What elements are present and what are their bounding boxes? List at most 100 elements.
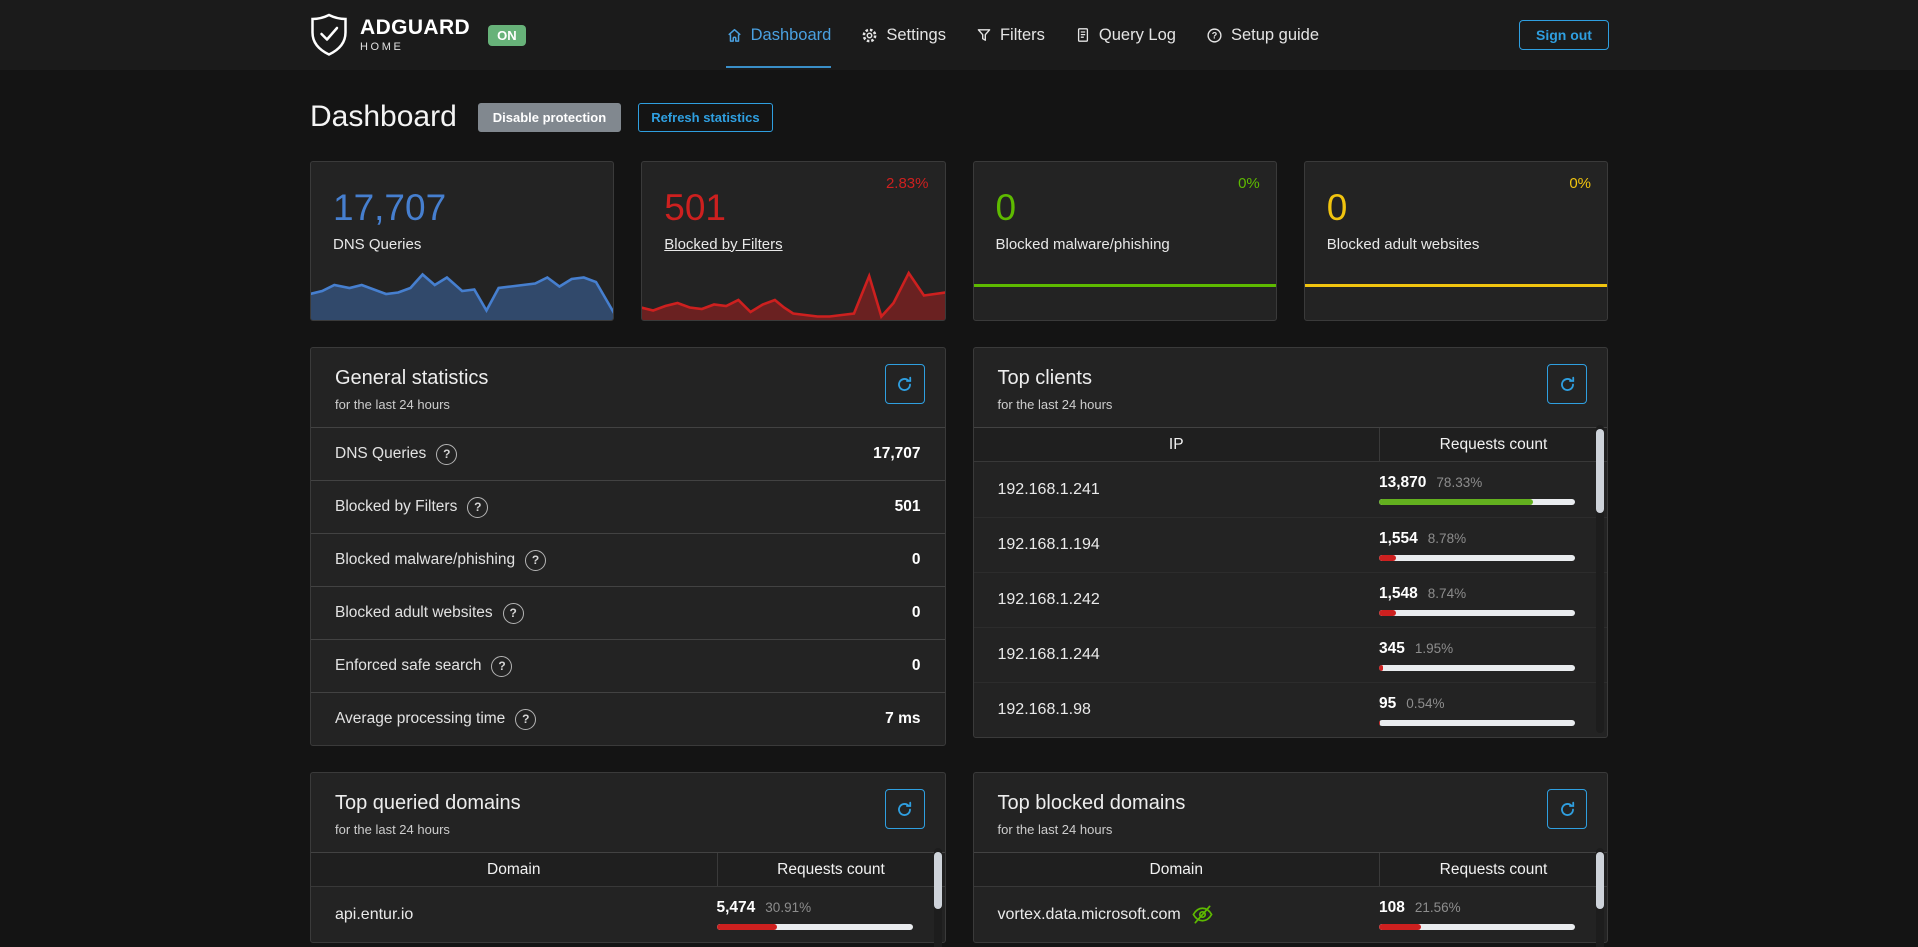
trend-percent: 2.83%: [886, 175, 929, 192]
card-blocked-adult: 0% 0 Blocked adult websites: [1304, 161, 1608, 321]
table-header: Domain Requests count: [974, 852, 1608, 887]
stat-value: 0: [996, 188, 1254, 229]
stat-row-label: Average processing time?: [335, 709, 536, 730]
nav-item-settings[interactable]: Settings: [861, 0, 946, 70]
flat-sparkline: [974, 284, 1276, 287]
requests-value: 95: [1379, 695, 1396, 713]
column-header-ip: IP: [974, 428, 1380, 461]
page-title: Dashboard: [310, 100, 457, 134]
stat-row: Blocked malware/phishing? 0: [311, 533, 945, 586]
scrollbar-track[interactable]: [1596, 848, 1604, 947]
table-row: 192.168.1.194 1,5548.78%: [974, 517, 1608, 572]
stat-row-value: 17,707: [873, 445, 920, 463]
card-blocked-malware: 0% 0 Blocked malware/phishing: [973, 161, 1277, 321]
refresh-panel-button[interactable]: [885, 789, 925, 829]
client-ip: 192.168.1.241: [998, 481, 1380, 499]
nav-label: Settings: [886, 26, 946, 45]
stat-row-value: 7 ms: [885, 710, 920, 728]
requests-percent: 78.33%: [1436, 475, 1482, 490]
table-header: Domain Requests count: [311, 852, 945, 887]
panel-header: Top queried domains for the last 24 hour…: [311, 773, 945, 852]
requests-value: 1,548: [1379, 585, 1418, 603]
stat-row: Average processing time? 7 ms: [311, 692, 945, 745]
refresh-panel-button[interactable]: [1547, 789, 1587, 829]
stat-row-value: 0: [912, 604, 921, 622]
stat-label-link[interactable]: Blocked by Filters: [664, 236, 782, 253]
column-header-requests: Requests count: [1379, 853, 1607, 886]
flat-sparkline: [1305, 284, 1607, 287]
help-icon[interactable]: ?: [515, 709, 536, 730]
requests-percent: 1.95%: [1415, 641, 1453, 656]
help-icon[interactable]: ?: [467, 497, 488, 518]
progress-bar: [1379, 720, 1575, 726]
document-icon: [1075, 27, 1091, 43]
stat-row-label: Blocked adult websites?: [335, 603, 524, 624]
requests-percent: 30.91%: [765, 900, 811, 915]
requests-cell: 1,5548.78%: [1379, 530, 1607, 561]
scrollbar-track[interactable]: [1596, 425, 1604, 733]
refresh-panel-button[interactable]: [1547, 364, 1587, 404]
column-header-requests: Requests count: [717, 853, 945, 886]
panel-title: General statistics: [335, 367, 921, 390]
progress-bar: [1379, 555, 1575, 561]
requests-cell: 10821.56%: [1379, 899, 1607, 930]
stat-label: Blocked adult websites: [1327, 236, 1480, 253]
client-ip: 192.168.1.242: [998, 591, 1380, 609]
sparkline-chart: [310, 261, 614, 321]
disable-protection-button[interactable]: Disable protection: [478, 103, 621, 132]
requests-cell: 95 0.54%: [1379, 695, 1607, 726]
trend-percent: 0%: [1569, 175, 1591, 192]
requests-value: 13,870: [1379, 474, 1426, 492]
nav-item-dashboard[interactable]: Dashboard: [726, 0, 832, 70]
top-navbar: ADGUARD HOME ON Dashboard Settings: [0, 0, 1918, 70]
table-row: 192.168.1.98 950.54%: [974, 682, 1608, 737]
stat-row: Enforced safe search? 0: [311, 639, 945, 692]
top-queried-domains-panel: Top queried domains for the last 24 hour…: [310, 772, 946, 943]
refresh-icon: [1559, 376, 1576, 393]
progress-bar: [1379, 499, 1575, 505]
requests-cell: 5,47430.91%: [717, 899, 945, 930]
protection-status-badge: ON: [488, 25, 526, 46]
scrollbar-track[interactable]: [934, 848, 942, 947]
stat-row-value: 0: [912, 657, 921, 675]
help-icon[interactable]: ?: [436, 444, 457, 465]
client-ip: 192.168.1.194: [998, 536, 1380, 554]
trend-percent: 0%: [1238, 175, 1260, 192]
main-nav: Dashboard Settings Filters: [726, 0, 1319, 70]
scrollbar-thumb[interactable]: [934, 852, 942, 909]
requests-percent: 0.54%: [1406, 696, 1444, 711]
table-row: api.entur.io 5,47430.91%: [311, 887, 945, 942]
table-row: 192.168.1.244 3451.95%: [974, 627, 1608, 682]
adguard-home-logo[interactable]: ADGUARD HOME ON: [309, 12, 526, 58]
sparkline-chart: [641, 261, 945, 321]
nav-item-query-log[interactable]: Query Log: [1075, 0, 1176, 70]
stat-row: DNS Queries? 17,707: [311, 427, 945, 480]
help-icon[interactable]: ?: [491, 656, 512, 677]
scrollbar-thumb[interactable]: [1596, 429, 1604, 513]
adguard-shield-icon: [309, 12, 349, 58]
stat-row-value: 0: [912, 551, 921, 569]
refresh-statistics-button[interactable]: Refresh statistics: [638, 103, 772, 132]
top-clients-panel: Top clients for the last 24 hours IP Req…: [973, 347, 1609, 738]
domain-name: vortex.data.microsoft.com: [998, 903, 1380, 926]
scrollbar-thumb[interactable]: [1596, 852, 1604, 909]
card-blocked-by-filters: 2.83% 501 Blocked by Filters: [641, 161, 945, 321]
table-row: 192.168.1.242 1,548 8.74%: [974, 572, 1608, 627]
stat-value: 501: [664, 188, 922, 229]
sign-out-button[interactable]: Sign out: [1519, 20, 1609, 50]
funnel-icon: [976, 27, 992, 43]
nav-label: Setup guide: [1231, 26, 1319, 45]
nav-label: Query Log: [1099, 26, 1176, 45]
general-statistics-list: DNS Queries? 17,707 Blocked by Filters? …: [311, 427, 945, 745]
help-icon[interactable]: ?: [525, 550, 546, 571]
requests-percent: 8.74%: [1428, 586, 1466, 601]
refresh-icon: [896, 376, 913, 393]
table-row: 192.168.1.241 13,870 78.33%: [974, 462, 1608, 517]
nav-item-setup-guide[interactable]: ? Setup guide: [1206, 0, 1319, 70]
help-icon[interactable]: ?: [503, 603, 524, 624]
panel-subtitle: for the last 24 hours: [998, 822, 1584, 837]
stat-value: 0: [1327, 188, 1585, 229]
refresh-panel-button[interactable]: [885, 364, 925, 404]
column-header-requests: Requests count: [1379, 428, 1607, 461]
nav-item-filters[interactable]: Filters: [976, 0, 1045, 70]
